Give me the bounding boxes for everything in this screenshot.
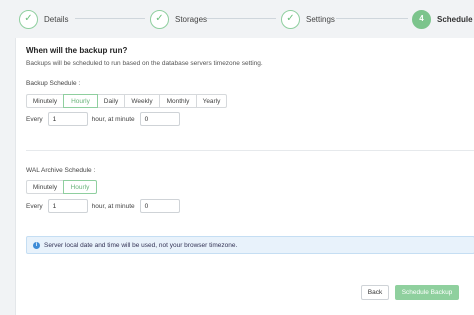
- step-connector: [75, 18, 145, 19]
- every-label: Every: [26, 115, 43, 123]
- wal-schedule-label: WAL Archive Schedule :: [26, 167, 96, 174]
- schedule-card: When will the backup run? Backups will b…: [15, 38, 474, 315]
- wal-every-hours-input[interactable]: 1: [47, 199, 88, 213]
- freq-weekly-button[interactable]: Weekly: [124, 94, 160, 108]
- check-icon: ✓: [281, 9, 300, 29]
- backup-every-row: Every 1 hour, at minute 0: [26, 112, 180, 126]
- every-hours-input[interactable]: 1: [47, 112, 88, 126]
- freq-minutely-button[interactable]: Minutely: [26, 94, 64, 108]
- step-connector: [336, 18, 408, 19]
- wal-hourly-button[interactable]: Hourly: [63, 180, 97, 194]
- backup-schedule-label: Backup Schedule :: [26, 80, 81, 87]
- wal-every-row: Every 1 hour, at minute 0: [26, 199, 180, 213]
- step-label: Details: [44, 14, 69, 24]
- schedule-backup-button[interactable]: Schedule Backup: [395, 285, 459, 300]
- freq-daily-button[interactable]: Daily: [97, 94, 125, 108]
- minute-input[interactable]: 0: [139, 112, 180, 126]
- back-button[interactable]: Back: [361, 285, 389, 300]
- step-label: Storages: [175, 14, 208, 24]
- backup-frequency-group: Minutely Hourly Daily Weekly Monthly Yea…: [26, 94, 227, 108]
- step-label: Settings: [306, 14, 335, 24]
- page-title: When will the backup run?: [26, 46, 128, 55]
- info-icon: i: [33, 241, 40, 249]
- step-settings[interactable]: ✓ Settings: [281, 9, 335, 29]
- freq-yearly-button[interactable]: Yearly: [196, 94, 227, 108]
- freq-monthly-button[interactable]: Monthly: [159, 94, 197, 108]
- step-details[interactable]: ✓ Details: [19, 9, 68, 29]
- step-connector: [206, 18, 276, 19]
- step-label: Schedule: [437, 14, 473, 24]
- check-icon: ✓: [19, 9, 38, 29]
- wal-minute-input[interactable]: 0: [139, 199, 180, 213]
- section-divider: [26, 150, 474, 151]
- freq-hourly-button[interactable]: Hourly: [63, 94, 98, 108]
- wal-minutely-button[interactable]: Minutely: [26, 180, 64, 194]
- step-storages[interactable]: ✓ Storages: [150, 9, 207, 29]
- every-label: Every: [26, 202, 43, 210]
- wal-frequency-group: Minutely Hourly: [26, 180, 97, 194]
- description-text: Backups will be scheduled to run based o…: [26, 60, 263, 67]
- step-number: 4: [412, 9, 431, 29]
- timezone-info-alert: i Server local date and time will be use…: [26, 236, 474, 254]
- info-text: Server local date and time will be used,…: [44, 241, 238, 249]
- unit-label: hour, at minute: [91, 202, 135, 210]
- check-icon: ✓: [150, 9, 169, 29]
- unit-label: hour, at minute: [91, 115, 135, 123]
- step-schedule[interactable]: 4 Schedule: [412, 9, 473, 29]
